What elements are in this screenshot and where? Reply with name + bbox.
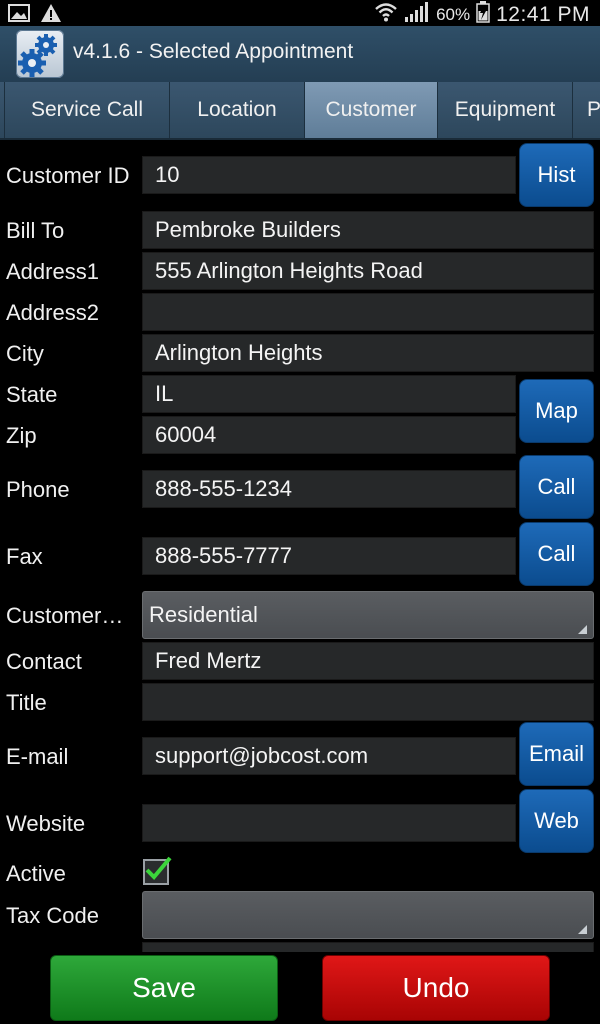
state-label: State bbox=[6, 382, 58, 407]
phone-field[interactable]: 888-555-1234 bbox=[142, 470, 516, 508]
customer-id-field[interactable]: 10 bbox=[142, 156, 516, 194]
address2-label: Address2 bbox=[6, 300, 99, 325]
customer-type-value: Residential bbox=[149, 602, 258, 627]
phone-label: Phone bbox=[6, 477, 70, 502]
action-bar: Save Undo bbox=[0, 952, 600, 1024]
bill-to-field[interactable]: Pembroke Builders bbox=[142, 211, 594, 249]
dropdown-corner-icon bbox=[578, 625, 587, 634]
warning-icon bbox=[40, 3, 62, 27]
fax-field[interactable]: 888-555-7777 bbox=[142, 537, 516, 575]
address2-field[interactable] bbox=[142, 293, 594, 331]
tab-bar: Service Call Location Customer Equipment… bbox=[0, 82, 600, 140]
customer-type-select[interactable]: Residential bbox=[142, 591, 594, 639]
tax-code-select[interactable] bbox=[142, 891, 594, 939]
tab-customer[interactable]: Customer bbox=[305, 82, 438, 138]
fax-label: Fax bbox=[6, 544, 43, 569]
call-fax-button[interactable]: Call bbox=[519, 522, 594, 586]
tax-code-label: Tax Code bbox=[6, 903, 99, 928]
app-title-bar: v4.1.6 - Selected Appointment bbox=[0, 26, 600, 84]
active-label: Active bbox=[6, 861, 66, 886]
email-field[interactable]: support@jobcost.com bbox=[142, 737, 516, 775]
bill-to-label: Bill To bbox=[6, 218, 65, 243]
next-field-partial[interactable] bbox=[142, 942, 594, 952]
checkmark-icon bbox=[145, 856, 172, 880]
clock: 12:41 PM bbox=[496, 2, 590, 26]
address1-field[interactable]: 555 Arlington Heights Road bbox=[142, 252, 594, 290]
address1-label: Address1 bbox=[6, 259, 99, 284]
email-label: E-mail bbox=[6, 744, 69, 769]
save-button[interactable]: Save bbox=[50, 955, 278, 1021]
gear-icon[interactable] bbox=[16, 30, 64, 78]
tab-phone[interactable]: Pho bbox=[573, 82, 600, 138]
title-field[interactable] bbox=[142, 683, 594, 721]
city-label: City bbox=[6, 341, 44, 366]
hist-button[interactable]: Hist bbox=[519, 143, 594, 207]
active-checkbox[interactable] bbox=[143, 856, 172, 885]
email-button[interactable]: Email bbox=[519, 722, 594, 786]
status-bar: 60% 12:41 PM bbox=[0, 0, 600, 26]
web-button[interactable]: Web bbox=[519, 789, 594, 853]
undo-button[interactable]: Undo bbox=[322, 955, 550, 1021]
customer-type-label: Customer… bbox=[6, 603, 124, 628]
contact-label: Contact bbox=[6, 649, 82, 674]
state-field[interactable]: IL bbox=[142, 375, 516, 413]
signal-icon bbox=[404, 1, 430, 28]
zip-label: Zip bbox=[6, 423, 37, 448]
battery-percent: 60% bbox=[436, 4, 471, 24]
contact-field[interactable]: Fred Mertz bbox=[142, 642, 594, 680]
zip-field[interactable]: 60004 bbox=[142, 416, 516, 454]
website-label: Website bbox=[6, 811, 86, 836]
battery-icon bbox=[476, 1, 490, 28]
tab-service-call[interactable]: Service Call bbox=[5, 82, 170, 138]
app-title: v4.1.6 - Selected Appointment bbox=[73, 40, 354, 63]
title-label: Title bbox=[6, 690, 47, 715]
tab-equipment[interactable]: Equipment bbox=[438, 82, 573, 138]
customer-form: Customer ID 10 Hist Bill To Pembroke Bui… bbox=[0, 140, 600, 952]
wifi-icon bbox=[374, 1, 398, 28]
call-phone-button[interactable]: Call bbox=[519, 455, 594, 519]
picture-icon bbox=[8, 4, 30, 26]
tab-location[interactable]: Location bbox=[170, 82, 305, 138]
customer-id-label: Customer ID bbox=[6, 163, 130, 188]
city-field[interactable]: Arlington Heights bbox=[142, 334, 594, 372]
map-button[interactable]: Map bbox=[519, 379, 594, 443]
dropdown-corner-icon bbox=[578, 925, 587, 934]
website-field[interactable] bbox=[142, 804, 516, 842]
